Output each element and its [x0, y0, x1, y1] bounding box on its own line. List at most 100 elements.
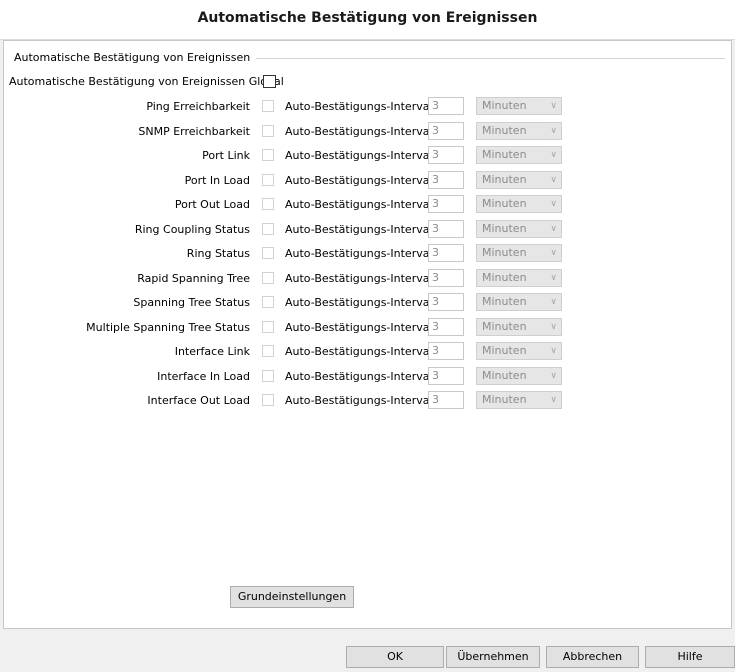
event-enable-checkbox[interactable]	[262, 124, 274, 137]
event-enable-checkbox[interactable]	[262, 222, 274, 235]
defaults-button[interactable]: Grundeinstellungen	[230, 586, 354, 608]
interval-value-input[interactable]: 3	[428, 97, 464, 115]
interval-value-input[interactable]: 3	[428, 366, 464, 385]
event-enable-checkbox[interactable]	[262, 271, 274, 284]
interval-unit-select[interactable]: Minuten ∨	[476, 293, 562, 311]
help-button[interactable]: Hilfe	[645, 646, 735, 668]
event-label: SNMP Erreichbarkeit	[138, 124, 250, 138]
ok-button[interactable]: OK	[346, 646, 444, 668]
interval-label: Auto-Bestätigungs-Intervall	[285, 100, 436, 113]
chevron-down-icon: ∨	[550, 101, 557, 111]
interval-label: Auto-Bestätigungs-Intervall	[285, 198, 436, 211]
event-row: Spanning Tree Status Auto-Bestätigungs-In…	[4, 292, 729, 314]
event-label: Ring Status	[186, 247, 250, 260]
interval-label: Auto-Bestätigungs-Intervall	[285, 247, 436, 260]
event-row: Interface Out Load Auto-Bestätigungs-Inte…	[4, 390, 729, 412]
interval-unit-value: Minuten	[482, 197, 527, 210]
event-enable-checkbox[interactable]	[262, 173, 274, 186]
interval-unit-select[interactable]: Minuten ∨	[476, 170, 562, 189]
event-label: Interface Link	[174, 345, 250, 358]
interval-unit-select[interactable]: Minuten ∨	[476, 97, 562, 115]
interval-unit-value: Minuten	[482, 221, 527, 235]
event-enable-checkbox[interactable]	[262, 198, 274, 210]
event-label: Ping Erreichbarkeit	[146, 100, 250, 113]
interval-value-input[interactable]: 3	[428, 146, 464, 164]
interval-value-input[interactable]: 3	[428, 195, 464, 213]
interval-unit-value: Minuten	[482, 344, 527, 357]
interval-label: Auto-Bestätigungs-Intervall	[285, 296, 436, 309]
interval-value-input[interactable]: 3	[428, 268, 464, 287]
chevron-down-icon: ∨	[550, 346, 557, 356]
chevron-down-icon: ∨	[550, 370, 557, 381]
event-label: Ring Coupling Status	[134, 222, 250, 236]
chevron-down-icon: ∨	[550, 248, 557, 258]
chevron-down-icon: ∨	[550, 321, 557, 332]
event-row: Interface Link Auto-Bestätigungs-Interval…	[4, 341, 729, 363]
event-enable-checkbox[interactable]	[262, 100, 274, 112]
interval-unit-select[interactable]: Minuten ∨	[476, 219, 562, 238]
interval-unit-value: Minuten	[482, 148, 527, 161]
interval-unit-select[interactable]: Minuten ∨	[476, 195, 562, 213]
group-divider	[232, 58, 725, 59]
event-enable-checkbox[interactable]	[262, 320, 274, 333]
event-row: Rapid Spanning Tree Auto-Bestätigungs-Int…	[4, 268, 729, 290]
interval-label: Auto-Bestätigungs-Intervall	[285, 369, 436, 383]
interval-label: Auto-Bestätigungs-Intervall	[285, 222, 436, 236]
chevron-down-icon: ∨	[550, 223, 557, 234]
interval-label: Auto-Bestätigungs-Intervall	[285, 394, 436, 407]
chevron-down-icon: ∨	[550, 125, 557, 136]
interval-label: Auto-Bestätigungs-Intervall	[285, 271, 436, 285]
event-row: Port In Load Auto-Bestätigungs-Intervall 3…	[4, 170, 729, 192]
chevron-down-icon: ∨	[550, 297, 557, 307]
event-enable-checkbox[interactable]	[262, 247, 274, 259]
interval-unit-select[interactable]: Minuten ∨	[476, 366, 562, 385]
event-row: Multiple Spanning Tree Status Auto-Bestät…	[4, 317, 729, 339]
event-row: SNMP Erreichbarkeit Auto-Bestätigungs-Int…	[4, 121, 729, 143]
global-auto-ack-checkbox[interactable]	[263, 75, 276, 88]
interval-unit-select[interactable]: Minuten ∨	[476, 342, 562, 360]
interval-unit-select[interactable]: Minuten ∨	[476, 244, 562, 262]
dialog-title: Automatische Bestätigung von Ereignissen	[197, 10, 538, 26]
interval-value-input[interactable]: 3	[428, 317, 464, 336]
event-label: Interface In Load	[157, 369, 250, 383]
chevron-down-icon: ∨	[550, 395, 557, 405]
chevron-down-icon: ∨	[550, 174, 557, 185]
settings-panel: Automatische Bestätigung von Ereignissen…	[3, 40, 732, 629]
interval-value-input[interactable]: 3	[428, 244, 464, 262]
event-enable-checkbox[interactable]	[262, 296, 274, 308]
event-label: Interface Out Load	[147, 394, 250, 407]
event-row: Port Link Auto-Bestätigungs-Intervall 3 Min…	[4, 145, 729, 167]
event-row: Ring Status Auto-Bestätigungs-Intervall 3 M…	[4, 243, 729, 265]
interval-value-input[interactable]: 3	[428, 293, 464, 311]
interval-value-input[interactable]: 3	[428, 342, 464, 360]
interval-value-input[interactable]: 3	[428, 391, 464, 409]
event-label: Spanning Tree Status	[133, 296, 250, 309]
interval-unit-select[interactable]: Minuten ∨	[476, 121, 562, 140]
interval-unit-select[interactable]: Minuten ∨	[476, 146, 562, 164]
event-enable-checkbox[interactable]	[262, 345, 274, 357]
interval-value-input[interactable]: 3	[428, 219, 464, 238]
interval-unit-select[interactable]: Minuten ∨	[476, 317, 562, 336]
chevron-down-icon: ∨	[550, 272, 557, 283]
interval-label: Auto-Bestätigungs-Intervall	[285, 149, 436, 162]
apply-button[interactable]: Übernehmen	[446, 646, 540, 668]
event-row: Port Out Load Auto-Bestätigungs-Intervall…	[4, 194, 729, 216]
interval-value-input[interactable]: 3	[428, 170, 464, 189]
interval-unit-value: Minuten	[482, 295, 527, 308]
interval-label: Auto-Bestätigungs-Intervall	[285, 320, 436, 334]
interval-unit-value: Minuten	[482, 99, 527, 112]
interval-value-input[interactable]: 3	[428, 121, 464, 140]
interval-label: Auto-Bestätigungs-Intervall	[285, 345, 436, 358]
event-label: Port Out Load	[174, 198, 250, 211]
event-enable-checkbox[interactable]	[262, 369, 274, 382]
event-enable-checkbox[interactable]	[262, 149, 274, 161]
chevron-down-icon: ∨	[550, 199, 557, 209]
cancel-button[interactable]: Abbrechen	[546, 646, 639, 668]
interval-unit-value: Minuten	[482, 270, 527, 284]
group-title: Automatische Bestätigung von Ereignissen	[14, 51, 257, 64]
interval-unit-select[interactable]: Minuten ∨	[476, 391, 562, 409]
event-label: Multiple Spanning Tree Status	[86, 320, 250, 334]
event-enable-checkbox[interactable]	[262, 394, 274, 406]
interval-unit-select[interactable]: Minuten ∨	[476, 268, 562, 287]
chevron-down-icon: ∨	[550, 150, 557, 160]
